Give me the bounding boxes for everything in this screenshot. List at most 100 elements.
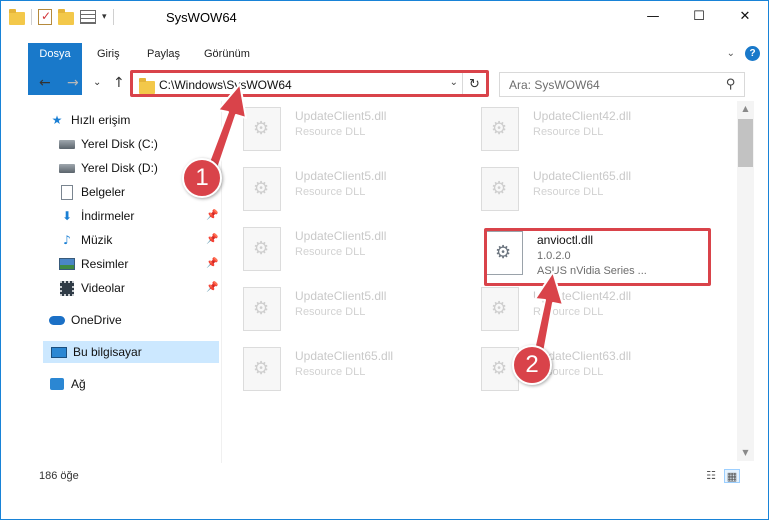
sidebar-item-local-disk-d[interactable]: Yerel Disk (D:) [59, 157, 158, 179]
navigation-pane: ★ Hızlı erişim Yerel Disk (C:) Yerel Dis… [1, 103, 219, 463]
file-name: UpdateClient65.dll [295, 349, 394, 363]
close-button[interactable]: ✕ [722, 1, 768, 31]
videos-icon [59, 280, 75, 296]
file-name: UpdateClient42.dll [533, 289, 632, 303]
file-description: Resource DLL [295, 186, 366, 198]
file-name: UpdateClient5.dll [295, 109, 387, 123]
file-item[interactable]: UpdateClient63.dll Resource DLL [461, 341, 691, 393]
search-icon[interactable]: ⚲ [726, 77, 736, 92]
dll-file-icon [243, 167, 281, 211]
file-item[interactable]: UpdateClient42.dll Resource DLL [461, 281, 691, 333]
onedrive-icon [49, 313, 65, 327]
forward-button[interactable]: → [67, 75, 79, 91]
pin-icon[interactable]: 📌 [206, 282, 218, 293]
sidebar-item-downloads[interactable]: ⬇ İndirmeler [59, 205, 134, 227]
window-title: SysWOW64 [166, 10, 237, 25]
search-input[interactable]: Ara: SysWOW64 [509, 78, 600, 92]
pictures-icon [59, 257, 75, 271]
sidebar-item-label: Videolar [81, 281, 125, 295]
tiles-view-icon[interactable]: ▦ [724, 469, 740, 483]
sidebar-item-label: OneDrive [71, 313, 122, 327]
qat-dropdown-icon[interactable]: ▾ [102, 12, 107, 22]
pin-icon[interactable]: 📌 [206, 210, 218, 221]
documents-icon [59, 184, 75, 200]
sidebar-item-label: Belgeler [81, 185, 126, 199]
help-icon[interactable]: ? [745, 46, 760, 61]
file-item[interactable]: UpdateClient5.dll Resource DLL [223, 161, 453, 213]
title-bar: ▾ SysWOW64 — ☐ ✕ [1, 1, 768, 33]
file-name: UpdateClient5.dll [295, 229, 387, 243]
scroll-up-icon[interactable]: ▲ [737, 101, 754, 117]
star-icon: ★ [51, 113, 63, 127]
new-folder-icon[interactable] [58, 8, 74, 25]
sidebar-item-label: İndirmeler [81, 209, 135, 223]
music-icon: ♪ [63, 233, 71, 247]
sidebar-item-label: Bu bilgisayar [73, 345, 142, 359]
recent-locations-button[interactable]: ⌄ [93, 77, 101, 88]
dll-file-icon [481, 167, 519, 211]
sidebar-item-network[interactable]: Ağ [49, 373, 86, 395]
dll-file-icon [243, 287, 281, 331]
sidebar-item-this-pc[interactable]: Bu bilgisayar [43, 341, 219, 363]
sidebar-item-pictures[interactable]: Resimler [59, 253, 128, 275]
sidebar-item-label: Hızlı erişim [71, 113, 131, 127]
item-count: 186 öğe [39, 470, 79, 482]
pin-icon[interactable]: 📌 [206, 234, 218, 245]
properties-check-icon[interactable] [38, 9, 52, 25]
search-box[interactable]: Ara: SysWOW64 ⚲ [499, 72, 745, 97]
file-item[interactable]: UpdateClient65.dll Resource DLL [223, 341, 453, 393]
pin-icon[interactable]: 📌 [206, 258, 218, 269]
dll-file-icon [243, 107, 281, 151]
vertical-scrollbar[interactable]: ▲ ▼ [737, 101, 754, 461]
drive-icon [59, 161, 75, 175]
scroll-thumb[interactable] [738, 119, 753, 167]
folder-icon [9, 8, 25, 25]
pane-divider[interactable] [221, 101, 222, 463]
sidebar-item-label: Müzik [81, 233, 113, 247]
details-view-icon[interactable]: ☷ [703, 469, 719, 483]
sidebar-item-label: Resimler [81, 257, 129, 271]
file-item[interactable]: UpdateClient5.dll Resource DLL [223, 281, 453, 333]
callout-step-1: 1 [182, 158, 222, 198]
file-name: UpdateClient42.dll [533, 109, 632, 123]
tab-view[interactable]: Görünüm [194, 43, 260, 65]
file-description: Resource DLL [295, 366, 366, 378]
sidebar-item-label: Ağ [71, 377, 86, 391]
tab-home[interactable]: Giriş [87, 43, 130, 65]
file-description: Resource DLL [533, 126, 604, 138]
sidebar-item-local-disk-c[interactable]: Yerel Disk (C:) [59, 133, 158, 155]
separator [112, 9, 114, 25]
file-item[interactable]: UpdateClient65.dll Resource DLL [461, 161, 691, 213]
expand-ribbon-icon[interactable]: ⌄ [727, 48, 735, 59]
file-description: Resource DLL [295, 306, 366, 318]
sidebar-item-quick-access[interactable]: ★ Hızlı erişim [49, 109, 131, 131]
sidebar-item-label: Yerel Disk (C:) [81, 137, 158, 151]
scroll-down-icon[interactable]: ▼ [737, 445, 754, 461]
explorer-window: ▾ SysWOW64 — ☐ ✕ Dosya Giriş Paylaş Görü… [0, 0, 769, 520]
view-switcher: ☷ ▦ [703, 469, 740, 483]
sidebar-item-documents[interactable]: Belgeler [59, 181, 125, 203]
sidebar-item-label: Yerel Disk (D:) [81, 161, 158, 175]
downloads-icon: ⬇ [61, 209, 73, 223]
file-description: Resource DLL [533, 186, 604, 198]
file-item[interactable]: UpdateClient5.dll Resource DLL [223, 221, 453, 273]
quick-access-toolbar: ▾ [9, 8, 114, 25]
customize-view-icon[interactable] [80, 10, 96, 24]
sidebar-item-music[interactable]: ♪ Müzik [59, 229, 112, 251]
drive-icon [59, 137, 75, 151]
maximize-button[interactable]: ☐ [676, 1, 722, 31]
computer-icon [51, 345, 67, 359]
file-item[interactable]: UpdateClient42.dll Resource DLL [461, 101, 691, 153]
back-button[interactable]: ← [39, 75, 51, 91]
minimize-button[interactable]: — [630, 1, 676, 31]
up-button[interactable]: ↑ [113, 75, 125, 91]
callout-box-file [484, 228, 711, 286]
sidebar-item-videos[interactable]: Videolar [59, 277, 125, 299]
tab-share[interactable]: Paylaş [137, 43, 190, 65]
dll-file-icon [481, 107, 519, 151]
ribbon-right-controls: ⌄ ? [727, 46, 760, 61]
file-item[interactable]: UpdateClient5.dll Resource DLL [223, 101, 453, 153]
separator [31, 9, 32, 25]
file-description: Resource DLL [295, 246, 366, 258]
sidebar-item-onedrive[interactable]: OneDrive [49, 309, 122, 331]
